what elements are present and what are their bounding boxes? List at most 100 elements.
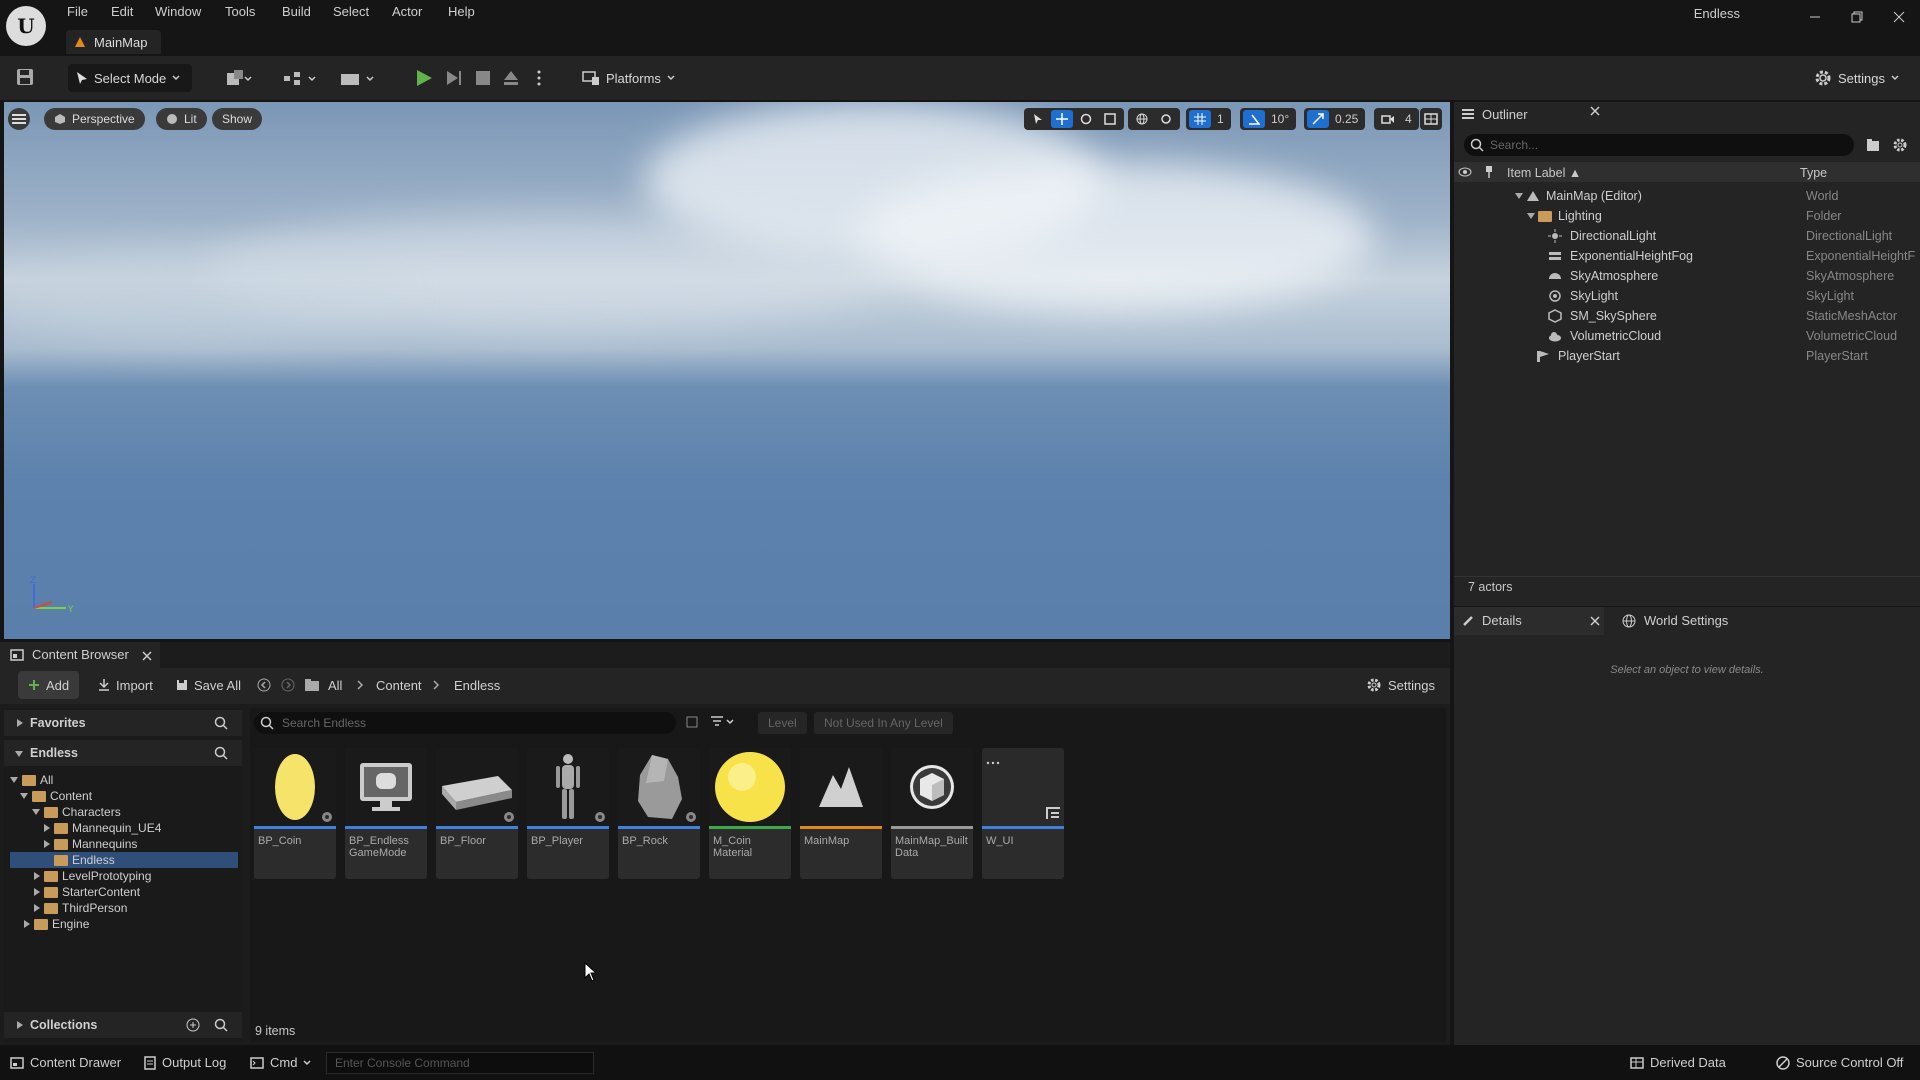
- scale-snap-value[interactable]: 0.25: [1331, 112, 1362, 126]
- asset-search-input[interactable]: Search Endless: [254, 712, 676, 734]
- console-input[interactable]: Enter Console Command: [326, 1052, 594, 1074]
- level-tab[interactable]: MainMap: [66, 30, 162, 54]
- layout-button[interactable]: [1420, 108, 1442, 130]
- menu-help[interactable]: Help: [448, 4, 475, 19]
- outliner-row[interactable]: ExponentialHeightFog ExponentialHeightF: [1454, 246, 1920, 266]
- tree-item-levelprototyping[interactable]: LevelPrototyping: [34, 868, 151, 884]
- camera-speed-value[interactable]: 4: [1401, 112, 1416, 126]
- menu-build[interactable]: Build: [282, 4, 311, 19]
- tree-item-startercontent[interactable]: StarterContent: [34, 884, 140, 900]
- menu-tools[interactable]: Tools: [225, 4, 255, 19]
- filter-icon[interactable]: [710, 715, 736, 729]
- close-window-icon[interactable]: [1882, 4, 1916, 30]
- menu-edit[interactable]: Edit: [111, 4, 133, 19]
- save-search-icon[interactable]: [686, 716, 698, 728]
- perspective-button[interactable]: Perspective: [44, 108, 145, 130]
- grid-snap-value[interactable]: 1: [1213, 112, 1228, 126]
- tree-item-content[interactable]: Content: [20, 788, 92, 804]
- tree-item-engine[interactable]: Engine: [24, 916, 89, 932]
- scale-snap-icon[interactable]: [1307, 110, 1329, 128]
- minimize-icon[interactable]: [1798, 4, 1832, 30]
- rotation-snap-value[interactable]: 10°: [1267, 112, 1293, 126]
- menu-select[interactable]: Select: [333, 4, 369, 19]
- tree-item-thirdperson[interactable]: ThirdPerson: [34, 900, 127, 916]
- scale-tool-icon[interactable]: [1099, 110, 1121, 128]
- filter-level-chip[interactable]: Level: [758, 712, 807, 734]
- rotation-snap-icon[interactable]: [1243, 110, 1265, 128]
- derived-data-button[interactable]: Derived Data: [1630, 1055, 1726, 1070]
- asset-tile[interactable]: M_Coin Material: [709, 748, 791, 879]
- source-control-button[interactable]: Source Control Off: [1776, 1055, 1903, 1070]
- asset-tile[interactable]: MainMap_Built Data: [891, 748, 973, 879]
- outliner-settings-icon[interactable]: [1892, 137, 1908, 153]
- close-outliner-icon[interactable]: [1590, 106, 1600, 116]
- menu-file[interactable]: File: [67, 4, 88, 19]
- tree-item-mannequins[interactable]: Mannequins: [44, 836, 137, 852]
- outliner-row[interactable]: SkyAtmosphere SkyAtmosphere: [1454, 266, 1920, 286]
- asset-tile[interactable]: BP_Floor: [436, 748, 518, 879]
- breadcrumb-endless[interactable]: Endless: [454, 671, 500, 699]
- save-all-button[interactable]: Save All: [176, 671, 241, 699]
- advance-frame-icon[interactable]: [444, 64, 464, 92]
- asset-tile[interactable]: W_UI: [982, 748, 1064, 879]
- tree-item-mannequin-ue4[interactable]: Mannequin_UE4: [44, 820, 161, 836]
- add-collection-icon[interactable]: [186, 1018, 200, 1032]
- outliner-row[interactable]: DirectionalLight DirectionalLight: [1454, 226, 1920, 246]
- cinematics-button[interactable]: [340, 64, 376, 92]
- surface-snap-icon[interactable]: [1155, 110, 1177, 128]
- settings-button[interactable]: Settings: [1814, 64, 1899, 92]
- world-settings-tab[interactable]: World Settings: [1622, 613, 1728, 628]
- asset-tile[interactable]: MainMap: [800, 748, 882, 879]
- add-folder-icon[interactable]: [1866, 138, 1880, 152]
- play-icon[interactable]: [414, 64, 434, 92]
- add-button[interactable]: Add: [18, 671, 80, 699]
- outliner-tab[interactable]: Outliner: [1462, 104, 1528, 124]
- move-tool-icon[interactable]: [1051, 110, 1073, 128]
- asset-tile[interactable]: BP_Endless GameMode: [345, 748, 427, 879]
- back-icon[interactable]: [256, 671, 272, 699]
- close-cb-icon[interactable]: [142, 651, 152, 661]
- outliner-row[interactable]: PlayerStart PlayerStart: [1454, 346, 1920, 366]
- import-button[interactable]: Import: [98, 671, 153, 699]
- unreal-logo-icon[interactable]: U: [6, 6, 46, 46]
- cmd-dropdown[interactable]: Cmd: [250, 1055, 311, 1070]
- item-label-column[interactable]: Item Label ▲: [1507, 166, 1581, 180]
- select-tool-icon[interactable]: [1027, 110, 1049, 128]
- save-icon[interactable]: [16, 68, 34, 86]
- filter-unused-chip[interactable]: Not Used In Any Level: [814, 712, 953, 734]
- type-column[interactable]: Type: [1800, 166, 1827, 180]
- asset-tile[interactable]: BP_Rock: [618, 748, 700, 879]
- rotate-tool-icon[interactable]: [1075, 110, 1097, 128]
- outliner-row[interactable]: Lighting Folder: [1454, 206, 1920, 226]
- outliner-row[interactable]: VolumetricCloud VolumetricCloud: [1454, 326, 1920, 346]
- globe-icon[interactable]: [1131, 110, 1153, 128]
- outliner-row[interactable]: MainMap (Editor) World: [1454, 186, 1920, 206]
- add-actor-button[interactable]: [226, 64, 252, 92]
- outliner-row[interactable]: SkyLight SkyLight: [1454, 286, 1920, 306]
- pin-icon[interactable]: [1484, 165, 1494, 179]
- lit-button[interactable]: Lit: [156, 108, 207, 130]
- content-drawer-button[interactable]: Content Drawer: [10, 1055, 121, 1070]
- folder-browse-icon[interactable]: [304, 671, 320, 699]
- close-details-icon[interactable]: [1590, 616, 1600, 626]
- more-options-icon[interactable]: [536, 64, 542, 92]
- camera-icon[interactable]: [1377, 110, 1399, 128]
- visibility-eye-icon[interactable]: [1458, 166, 1472, 178]
- breadcrumb-all[interactable]: All: [328, 671, 342, 699]
- eject-icon[interactable]: [502, 64, 520, 92]
- platforms-button[interactable]: Platforms: [582, 64, 675, 92]
- grid-snap-icon[interactable]: [1189, 110, 1211, 128]
- restore-icon[interactable]: [1840, 4, 1874, 30]
- blueprint-button[interactable]: [282, 64, 318, 92]
- cb-settings-button[interactable]: Settings: [1366, 671, 1435, 699]
- viewport-menu-button[interactable]: [8, 108, 30, 130]
- output-log-button[interactable]: Output Log: [144, 1055, 226, 1070]
- asset-tile[interactable]: BP_Coin: [254, 748, 336, 879]
- show-button[interactable]: Show: [212, 108, 263, 130]
- outliner-row[interactable]: SM_SkySphere StaticMeshActor: [1454, 306, 1920, 326]
- menu-window[interactable]: Window: [155, 4, 201, 19]
- search-icon[interactable]: [214, 746, 228, 760]
- tree-item-endless[interactable]: Endless: [44, 852, 115, 868]
- stop-icon[interactable]: [474, 64, 492, 92]
- tree-item-all[interactable]: All: [10, 772, 53, 788]
